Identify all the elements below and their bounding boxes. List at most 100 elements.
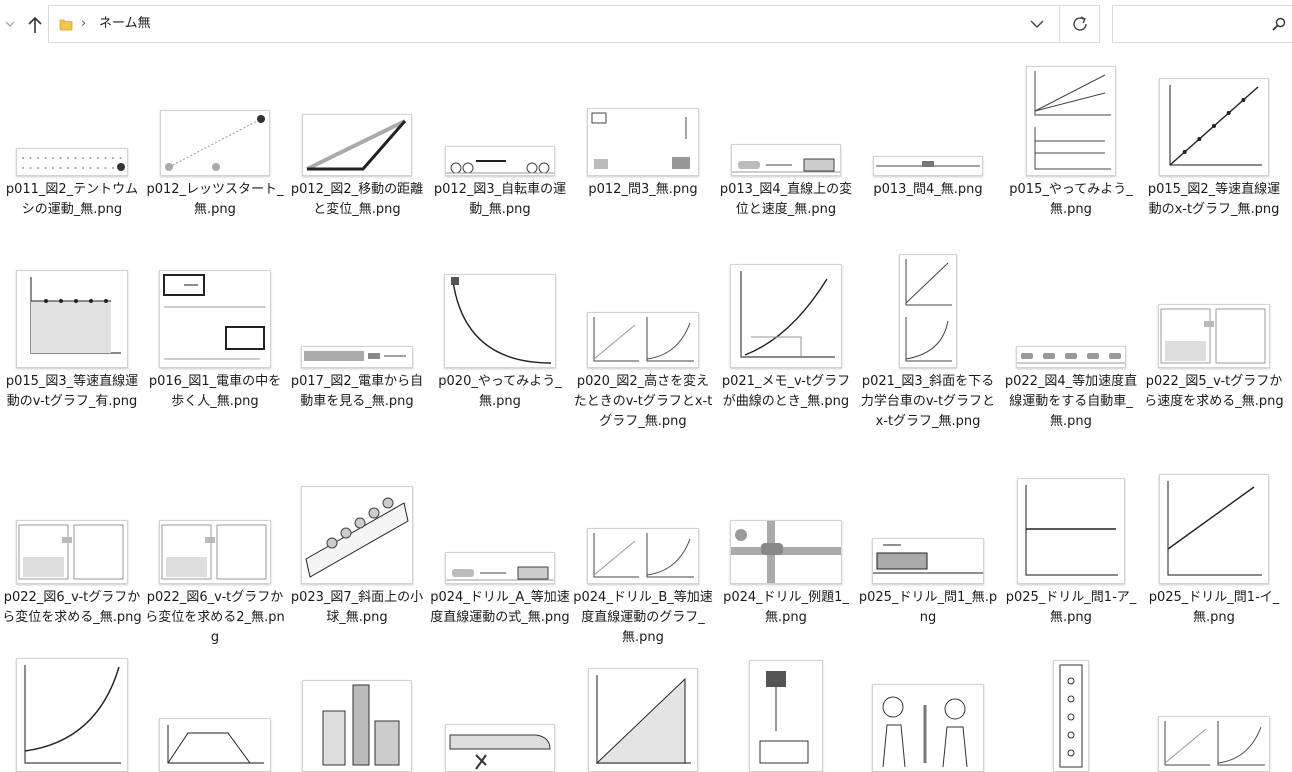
file-thumbnail-area — [145, 244, 285, 368]
file-thumbnail-image — [588, 668, 698, 772]
file-thumbnail-image — [587, 312, 699, 368]
file-thumbnail-image — [445, 146, 555, 176]
file-thumbnail-image — [301, 346, 413, 368]
breadcrumb-separator[interactable]: › — [81, 14, 91, 34]
file-thumbnail-area — [2, 244, 142, 368]
file-name-label: p017_図2_電車から自動車を見る_無.png — [290, 374, 424, 409]
file-thumbnail-area — [858, 460, 998, 584]
file-thumbnail-area — [1144, 244, 1284, 368]
file-name-label: p015_図3_等速直線運動のv-tグラフ_有.png — [5, 374, 139, 409]
refresh-icon[interactable] — [1059, 6, 1099, 42]
file-thumbnail-area — [858, 244, 998, 368]
file-thumbnail-area — [573, 244, 713, 368]
file-thumbnail-image — [899, 254, 957, 368]
file-thumbnail-image — [159, 270, 271, 368]
file-thumbnail-area — [573, 648, 713, 772]
file-thumbnail-image — [1159, 78, 1269, 176]
file-thumbnail-area — [145, 460, 285, 584]
file-thumbnail-area — [573, 460, 713, 584]
file-thumbnail-area — [145, 648, 285, 772]
file-thumbnail-image — [159, 520, 271, 584]
file-thumbnail-image — [730, 520, 842, 584]
file-thumbnail-image — [302, 114, 412, 176]
file-thumbnail-image — [1159, 474, 1269, 584]
file-thumbnail-area — [287, 460, 427, 584]
address-bar[interactable]: › ネーム無 — [48, 5, 1100, 43]
file-thumbnail-area — [1001, 648, 1141, 772]
file-thumbnail-image — [301, 486, 413, 584]
file-name-label: p023_図7_斜面上の小球_無.png — [290, 590, 424, 625]
file-name-label: p022_図6_v-tグラフから変位を求める_無.png — [2, 590, 142, 625]
file-name-label: p021_メモ_v-tグラフが曲線のとき_無.png — [721, 374, 851, 409]
file-thumbnail-area — [430, 460, 570, 584]
file-thumbnail-image — [444, 274, 556, 368]
file-thumbnail-image — [1053, 660, 1089, 772]
file-name-label: p011_図2_テントウムシの運動_無.png — [5, 182, 139, 217]
file-thumbnail-area — [716, 460, 856, 584]
breadcrumb-current-folder[interactable]: ネーム無 — [99, 15, 151, 33]
search-box[interactable] — [1112, 5, 1292, 43]
file-thumbnail-area — [1144, 648, 1284, 772]
file-thumbnail-image — [445, 724, 555, 772]
file-thumbnail-image — [16, 520, 128, 584]
file-thumbnail-image — [731, 144, 841, 176]
file-thumbnail-image — [587, 108, 699, 176]
file-thumbnail-area — [430, 244, 570, 368]
file-thumbnail-area — [2, 460, 142, 584]
file-name-label: p024_ドリル_A_等加速度直線運動の式_無.png — [430, 590, 570, 625]
file-thumbnail-area — [430, 52, 570, 176]
file-thumbnail-area — [716, 244, 856, 368]
file-thumbnail-image — [749, 660, 823, 772]
file-name-label: p020_図2_高さを変えたときのv-tグラフとx-tグラフ_無.png — [573, 374, 713, 429]
file-thumbnail-area — [430, 648, 570, 772]
file-name-label: p025_ドリル_問1-ア_無.png — [1005, 590, 1137, 625]
file-thumbnail-area — [287, 648, 427, 772]
file-name-label: p012_レッツスタート_無.png — [146, 182, 284, 217]
file-thumbnail-image — [872, 538, 984, 584]
file-name-label: p013_図4_直線上の変位と速度_無.png — [719, 182, 853, 217]
file-thumbnail-area — [1144, 460, 1284, 584]
file-name-label: p012_図2_移動の距離と変位_無.png — [290, 182, 424, 217]
file-name-label: p015_やってみよう_無.png — [1009, 182, 1133, 217]
address-toolbar: › ネーム無 — [0, 0, 1292, 50]
file-thumbnail-image — [1158, 304, 1270, 368]
search-icon[interactable] — [1271, 16, 1287, 32]
file-thumbnail-area — [858, 648, 998, 772]
file-thumbnail-image — [159, 718, 271, 772]
file-grid: p011_図2_テントウムシの運動_無.png p012_レッツスタート_無.pn… — [0, 52, 1292, 772]
file-name-label: p016_図1_電車の中を歩く人_無.png — [148, 374, 282, 409]
file-thumbnail-image — [16, 270, 128, 368]
file-name-label: p025_ドリル_問1-イ_無.png — [1148, 590, 1280, 625]
file-thumbnail-image — [445, 552, 555, 584]
file-thumbnail-area — [1001, 460, 1141, 584]
file-thumbnail-image — [587, 528, 699, 584]
file-thumbnail-area — [287, 244, 427, 368]
file-name-label: p022_図4_等加速度直線運動をする自動車_無.png — [1004, 374, 1138, 429]
file-name-label: p020_やってみよう_無.png — [438, 374, 562, 409]
file-thumbnail-area — [1001, 52, 1141, 176]
file-thumbnail-area — [716, 52, 856, 176]
file-name-label: p015_図2_等速直線運動のx-tグラフ_無.png — [1147, 182, 1281, 217]
file-thumbnail-image — [302, 680, 412, 772]
file-thumbnail-area — [1144, 52, 1284, 176]
file-thumbnail-area — [1001, 244, 1141, 368]
chevron-down-icon[interactable] — [1023, 6, 1051, 42]
file-thumbnail-image — [1158, 716, 1270, 772]
folder-icon — [59, 17, 73, 31]
file-thumbnail-area — [145, 52, 285, 176]
up-arrow-icon[interactable] — [24, 14, 46, 36]
file-name-label: p025_ドリル_問1_無.png — [858, 590, 998, 625]
file-thumbnail-image — [1016, 346, 1126, 368]
file-thumbnail-image — [872, 684, 984, 772]
file-thumbnail-area — [716, 648, 856, 772]
file-name-label: p022_図6_v-tグラフから変位を求める2_無.png — [145, 590, 285, 645]
file-thumbnail-image — [16, 658, 128, 772]
file-name-label: p012_図3_自転車の運動_無.png — [433, 182, 567, 217]
file-name-label: p022_図5_v-tグラフから速度を求める_無.png — [1144, 374, 1284, 409]
file-thumbnail-image — [1026, 66, 1116, 176]
file-thumbnail-image — [873, 156, 983, 176]
file-thumbnail-image — [1017, 478, 1125, 584]
file-name-label: p013_問4_無.png — [873, 182, 983, 197]
recent-locations-chevron-icon[interactable] — [4, 18, 16, 30]
file-thumbnail-image — [160, 110, 270, 176]
